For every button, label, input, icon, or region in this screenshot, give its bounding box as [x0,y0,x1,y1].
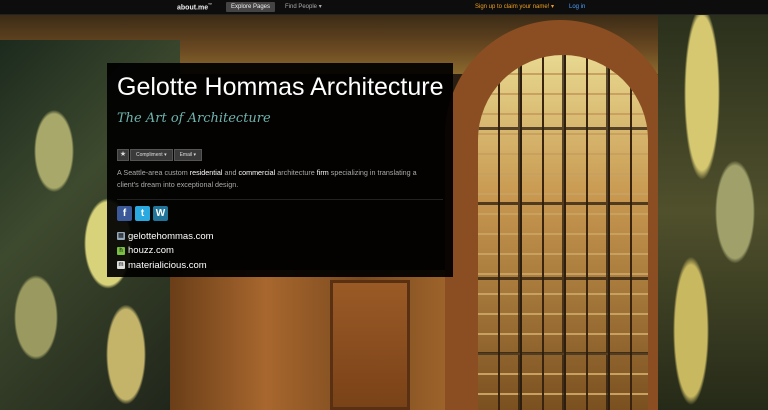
wordpress-icon[interactable]: W [153,206,168,221]
find-people-dropdown[interactable]: Find People ▾ [285,2,322,12]
divider [117,199,443,200]
stone-wall-right [658,14,768,410]
link-gelottehommas[interactable]: ▦ gelottehommas.com [117,229,214,243]
action-buttons: ★ Compliment ▾ Email ▾ [117,149,203,161]
iron-grill [478,55,648,410]
houzz-icon: h [117,246,125,255]
profile-tagline: The Art of Architecture [117,111,271,126]
star-icon[interactable]: ★ [117,149,129,161]
profile-name: Gelotte Hommas Architecture [117,73,444,101]
profile-card: Gelotte Hommas Architecture The Art of A… [107,63,453,277]
link-label: houzz.com [128,245,174,256]
profile-bio: A Seattle-area custom residential and co… [117,168,417,189]
bio-keyword[interactable]: commercial [238,168,275,177]
about-me-logo[interactable]: about.me™ [177,2,212,11]
social-links: f t W [117,206,168,221]
website-links: ▦ gelottehommas.com h houzz.com m materi… [117,229,214,273]
facebook-icon[interactable]: f [117,206,132,221]
chevron-down-icon: ▾ [318,4,322,10]
login-link[interactable]: Log in [569,2,585,12]
twitter-icon[interactable]: t [135,206,150,221]
materialicious-icon: m [117,261,125,269]
explore-pages-button[interactable]: Explore Pages [226,2,276,12]
compliment-button[interactable]: Compliment ▾ [130,149,173,161]
gelotte-site-icon: ▦ [117,232,125,240]
chevron-down-icon: ▾ [551,4,555,10]
bio-keyword[interactable]: firm [317,168,329,177]
bio-keyword[interactable]: residential [190,168,223,177]
signup-link[interactable]: Sign up to claim your name! ▾ [475,2,554,12]
link-materialicious[interactable]: m materialicious.com [117,258,214,272]
open-door [330,280,410,410]
email-button[interactable]: Email ▾ [173,149,203,161]
chevron-down-icon: ▾ [164,152,167,158]
chevron-down-icon: ▾ [193,152,197,158]
link-houzz[interactable]: h houzz.com [117,244,214,258]
top-nav-bar: about.me™ Explore Pages Find People ▾ Si… [0,0,768,15]
link-label: gelottehommas.com [128,230,214,242]
link-label: materialicious.com [128,259,207,271]
